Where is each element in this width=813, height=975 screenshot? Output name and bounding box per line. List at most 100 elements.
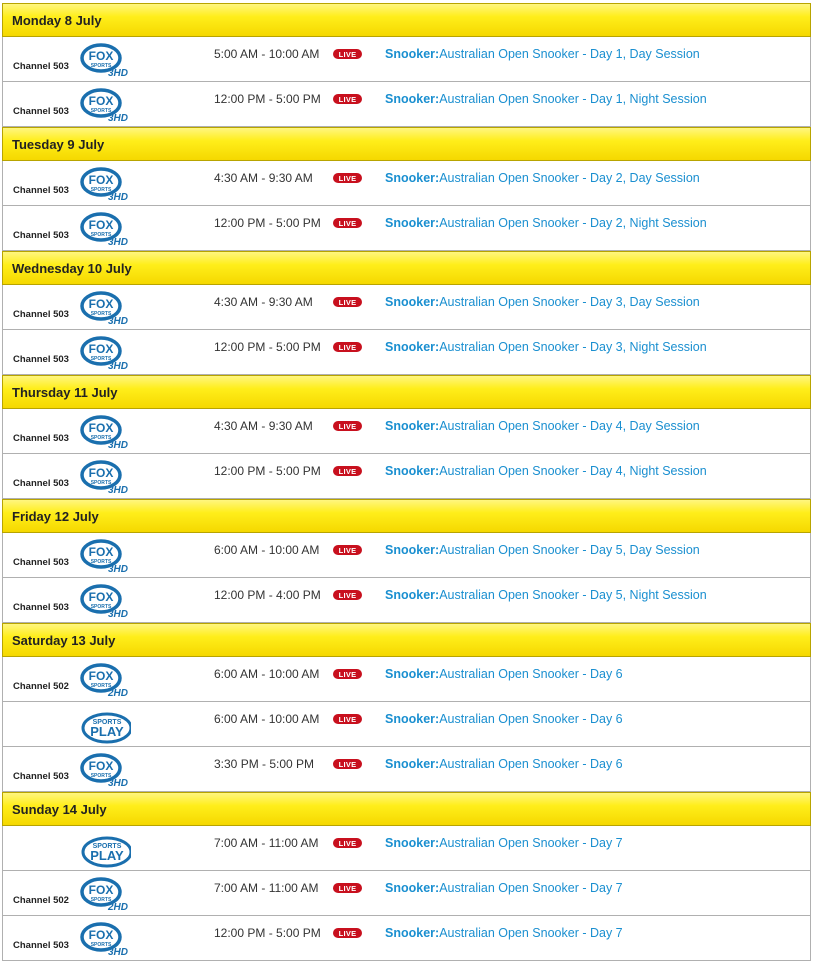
program-link[interactable]: Snooker:Australian Open Snooker - Day 2,… <box>385 171 700 185</box>
live-badge: LIVE <box>333 838 362 848</box>
channel-logo: FOX SPORTS 2HD <box>79 663 131 699</box>
logo-main-text: PLAY <box>90 724 124 739</box>
schedule-row: SPORTS PLAY 6:00 AM - 10:00 AM LIVE Snooker:… <box>2 702 811 747</box>
live-badge: LIVE <box>333 94 362 104</box>
program-link[interactable]: Snooker:Australian Open Snooker - Day 1,… <box>385 92 707 106</box>
program-link[interactable]: Snooker:Australian Open Snooker - Day 7 <box>385 836 623 850</box>
program-link[interactable]: Snooker:Australian Open Snooker - Day 5,… <box>385 588 707 602</box>
logo-brand-text: FOX <box>89 94 114 108</box>
logo-suffix-text: 3HD <box>108 361 128 372</box>
program-link[interactable]: Snooker:Australian Open Snooker - Day 7 <box>385 926 623 940</box>
program-category: Snooker: <box>385 712 440 726</box>
schedule-row: Channel 503 FOX SPORTS 3HD 4:30 AM - 9:30 AM… <box>2 409 811 454</box>
tv-schedule: Monday 8 July Channel 503 FOX SPORTS 3HD 5:00… <box>2 3 811 961</box>
fox-sports-logo: FOXSPORTS2HD <box>80 877 128 913</box>
program-time: 5:00 AM - 10:00 AM <box>214 47 320 61</box>
live-badge: LIVE <box>333 49 362 59</box>
program-link[interactable]: Snooker:Australian Open Snooker - Day 6 <box>385 757 623 771</box>
channel-number: Channel 503 <box>13 106 69 117</box>
program-link[interactable]: Snooker:Australian Open Snooker - Day 3,… <box>385 340 707 354</box>
logo-brand-text: FOX <box>89 297 114 311</box>
program-time: 12:00 PM - 5:00 PM <box>214 926 321 940</box>
program-link[interactable]: Snooker:Australian Open Snooker - Day 4,… <box>385 464 707 478</box>
channel-logo: FOX SPORTS 3HD <box>79 167 131 203</box>
channel-number: Channel 503 <box>13 557 69 568</box>
schedule-row: Channel 503 FOX SPORTS 3HD 4:30 AM - 9:30 AM… <box>2 161 811 206</box>
channel-logo: FOX SPORTS 3HD <box>79 291 131 327</box>
live-badge: LIVE <box>333 883 362 893</box>
program-category: Snooker: <box>385 92 440 106</box>
program-link[interactable]: Snooker:Australian Open Snooker - Day 5,… <box>385 543 700 557</box>
channel-number: Channel 503 <box>13 433 69 444</box>
program-link[interactable]: Snooker:Australian Open Snooker - Day 3,… <box>385 295 700 309</box>
fox-sports-logo: FOXSPORTS3HD <box>80 539 128 575</box>
logo-suffix-text: 3HD <box>108 316 128 327</box>
fox-sports-logo: FOXSPORTS3HD <box>80 212 128 248</box>
schedule-row: SPORTS PLAY 7:00 AM - 11:00 AM LIVE Snooker:… <box>2 826 811 871</box>
schedule-row: Channel 503 FOX SPORTS 3HD 5:00 AM - 10:00 A… <box>2 37 811 82</box>
live-badge: LIVE <box>333 297 362 307</box>
live-badge: LIVE <box>333 342 362 352</box>
program-title: Australian Open Snooker - Day 4, Day Ses… <box>439 419 700 433</box>
fox-sports-logo: FOXSPORTS3HD <box>80 291 128 327</box>
program-category: Snooker: <box>385 464 440 478</box>
program-time: 12:00 PM - 5:00 PM <box>214 464 321 478</box>
logo-brand-text: FOX <box>89 928 114 942</box>
program-link[interactable]: Snooker:Australian Open Snooker - Day 7 <box>385 881 623 895</box>
program-category: Snooker: <box>385 588 440 602</box>
program-link[interactable]: Snooker:Australian Open Snooker - Day 2,… <box>385 216 707 230</box>
channel-number: Channel 503 <box>13 354 69 365</box>
channel-number: Channel 503 <box>13 478 69 489</box>
logo-suffix-text: 2HD <box>107 902 128 913</box>
program-title: Australian Open Snooker - Day 6 <box>439 712 623 726</box>
program-time: 12:00 PM - 5:00 PM <box>214 340 321 354</box>
logo-brand-text: FOX <box>89 759 114 773</box>
logo-suffix-text: 3HD <box>108 237 128 248</box>
program-title: Australian Open Snooker - Day 2, Night S… <box>439 216 707 230</box>
logo-brand-text: FOX <box>89 49 114 63</box>
live-badge: LIVE <box>333 466 362 476</box>
channel-logo: FOX SPORTS 3HD <box>79 460 131 496</box>
live-badge: LIVE <box>333 928 362 938</box>
fox-sports-logo: FOXSPORTS3HD <box>80 167 128 203</box>
logo-brand-text: FOX <box>89 218 114 232</box>
program-title: Australian Open Snooker - Day 5, Night S… <box>439 588 707 602</box>
program-time: 4:30 AM - 9:30 AM <box>214 171 313 185</box>
channel-logo: FOX SPORTS 3HD <box>79 922 131 958</box>
schedule-row: Channel 503 FOX SPORTS 3HD 12:00 PM - 5:00 P… <box>2 82 811 127</box>
program-title: Australian Open Snooker - Day 1, Night S… <box>439 92 707 106</box>
program-link[interactable]: Snooker:Australian Open Snooker - Day 6 <box>385 667 623 681</box>
live-badge: LIVE <box>333 714 362 724</box>
channel-logo: FOX SPORTS 3HD <box>79 539 131 575</box>
logo-suffix-text: 3HD <box>108 68 128 79</box>
program-category: Snooker: <box>385 216 440 230</box>
program-category: Snooker: <box>385 757 440 771</box>
fox-sports-logo: FOXSPORTS3HD <box>80 753 128 789</box>
day-header: Monday 8 July <box>2 3 811 37</box>
live-badge: LIVE <box>333 218 362 228</box>
channel-logo: FOX SPORTS 3HD <box>79 43 131 79</box>
logo-suffix-text: 3HD <box>108 564 128 575</box>
channel-logo: FOX SPORTS 3HD <box>79 336 131 372</box>
program-category: Snooker: <box>385 419 440 433</box>
program-link[interactable]: Snooker:Australian Open Snooker - Day 6 <box>385 712 623 726</box>
sports-play-logo: SPORTSPLAY <box>81 712 133 744</box>
fox-sports-logo: FOXSPORTS3HD <box>80 460 128 496</box>
logo-suffix-text: 3HD <box>108 192 128 203</box>
program-title: Australian Open Snooker - Day 7 <box>439 926 623 940</box>
program-time: 3:30 PM - 5:00 PM <box>214 757 315 771</box>
program-link[interactable]: Snooker:Australian Open Snooker - Day 4,… <box>385 419 700 433</box>
schedule-row: Channel 503 FOX SPORTS 3HD 4:30 AM - 9:30 AM… <box>2 285 811 330</box>
program-time: 7:00 AM - 11:00 AM <box>214 881 319 895</box>
program-title: Australian Open Snooker - Day 3, Night S… <box>439 340 707 354</box>
channel-logo: FOX SPORTS 3HD <box>79 88 131 124</box>
program-time: 6:00 AM - 10:00 AM <box>214 712 320 726</box>
schedule-row: Channel 503 FOX SPORTS 3HD 12:00 PM - 5:00 P… <box>2 454 811 499</box>
logo-suffix-text: 2HD <box>107 688 128 699</box>
program-link[interactable]: Snooker:Australian Open Snooker - Day 1,… <box>385 47 700 61</box>
logo-brand-text: FOX <box>89 545 114 559</box>
program-category: Snooker: <box>385 543 440 557</box>
schedule-row: Channel 503 FOX SPORTS 3HD 6:00 AM - 10:00 A… <box>2 533 811 578</box>
program-time: 4:30 AM - 9:30 AM <box>214 295 313 309</box>
schedule-row: Channel 502 FOX SPORTS 2HD 7:00 AM - 11:00 A… <box>2 871 811 916</box>
